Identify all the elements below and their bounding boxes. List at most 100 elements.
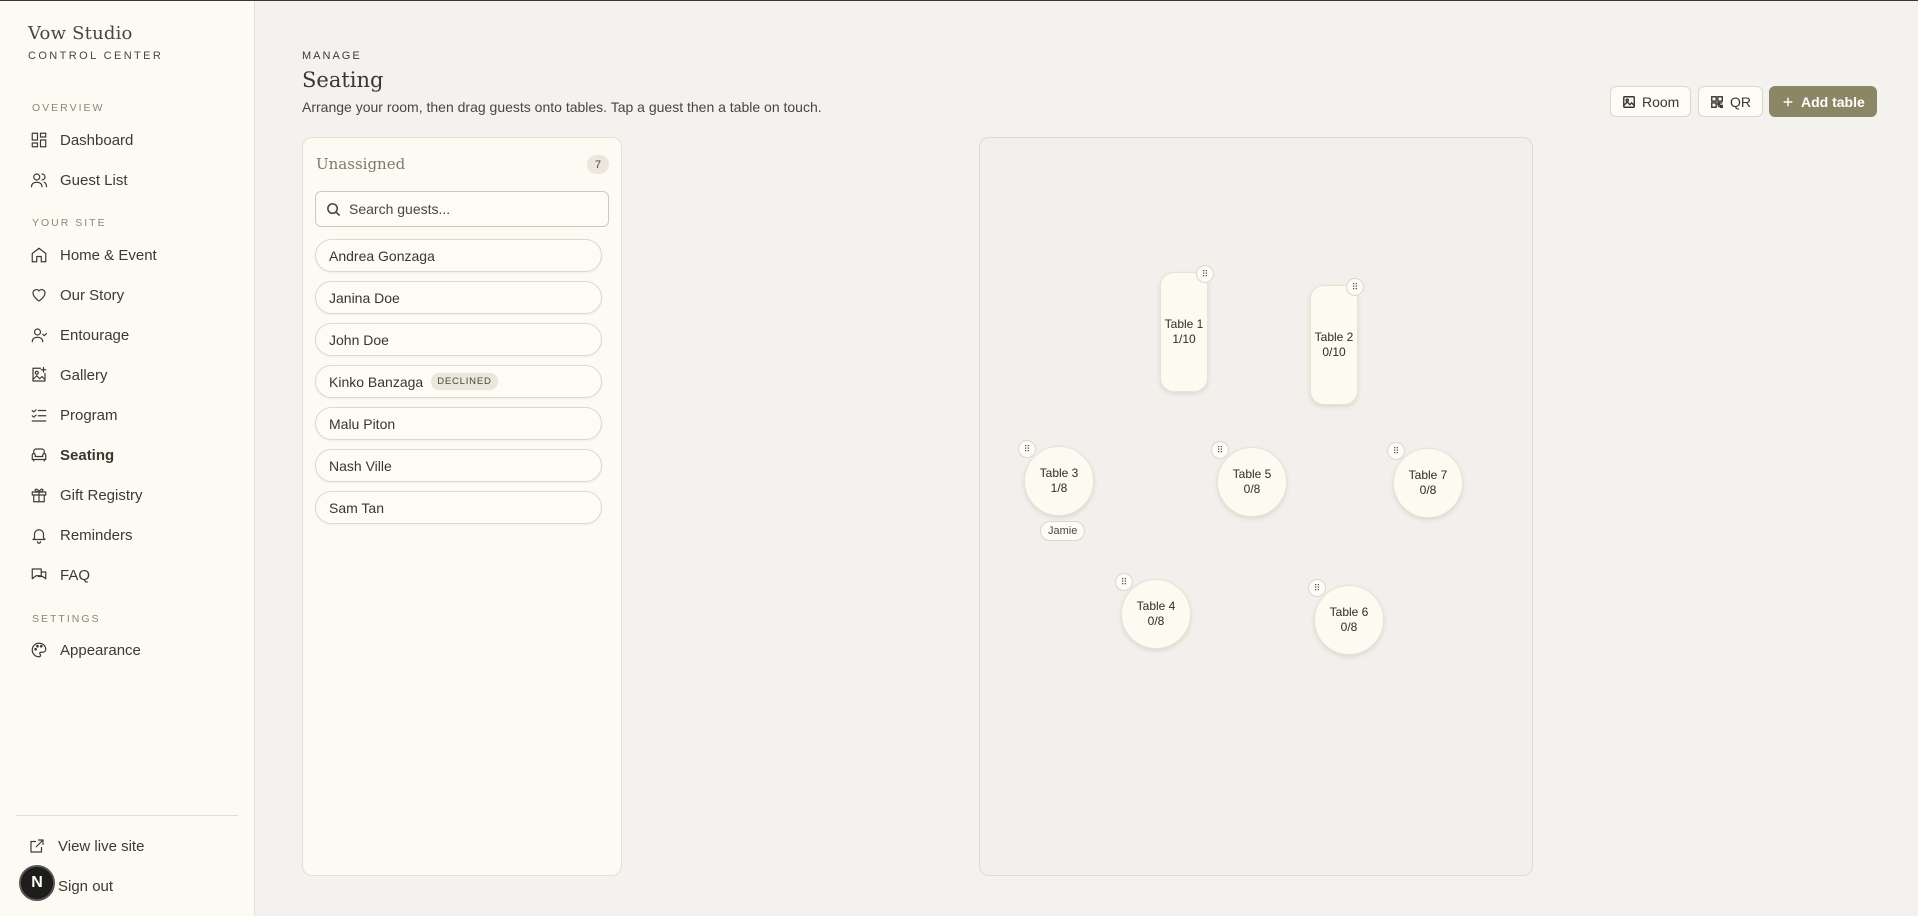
guest-item[interactable]: Nash Ville (315, 449, 602, 482)
sidebar-item-our-story[interactable]: Our Story (30, 279, 230, 311)
sidebar-item-appearance[interactable]: Appearance (30, 634, 230, 666)
heart-icon (32, 289, 46, 302)
guest-item[interactable]: Andrea Gonzaga (315, 239, 602, 272)
sign-out-label: Sign out (58, 877, 114, 895)
sidebar-item-label: Gallery (60, 366, 108, 384)
sidebar-item-label: Dashboard (60, 131, 134, 149)
sidebar-item-gift-registry[interactable]: Gift Registry (30, 479, 230, 511)
sidebar-item-seating[interactable]: Seating (30, 439, 230, 471)
table-1[interactable]: Table 1 1/10 (1160, 272, 1208, 392)
guest-name: Andrea Gonzaga (329, 247, 435, 264)
drag-handle-icon[interactable]: ⠿ (1196, 265, 1214, 283)
room-canvas[interactable]: Table 1 1/10 ⠿ Table 2 0/10 ⠿ Table 3 1/… (979, 137, 1533, 876)
drag-handle-icon[interactable]: ⠿ (1211, 441, 1229, 459)
table-seat-count: 0/10 (1322, 345, 1346, 359)
drag-handle-icon[interactable]: ⠿ (1018, 440, 1036, 458)
room-button[interactable]: Room (1610, 86, 1692, 117)
user-icon (31, 328, 48, 343)
table-name: Table 1 (1164, 317, 1204, 331)
sidebar: Vow Studio CONTROL CENTER OVERVIEW Dashb… (0, 1, 255, 916)
guest-name: John Doe (329, 331, 389, 348)
sidebar-item-home-event[interactable]: Home & Event (30, 239, 230, 271)
guest-search[interactable] (315, 191, 609, 227)
sidebar-item-label: Guest List (60, 171, 128, 189)
drag-handle-icon[interactable]: ⠿ (1308, 579, 1326, 597)
table-2[interactable]: Table 2 0/10 (1310, 285, 1358, 405)
table-5[interactable]: Table 5 0/8 (1217, 447, 1287, 517)
sidebar-item-guest-list[interactable]: Guest List (30, 164, 230, 196)
guest-name: Kinko Banzaga (329, 373, 424, 390)
sidebar-divider (16, 815, 238, 816)
table-seat-count: 0/8 (1147, 614, 1165, 628)
table-seat-count: 0/8 (1340, 620, 1358, 634)
bell-icon (32, 529, 46, 544)
sidebar-item-faq[interactable]: FAQ (30, 559, 230, 591)
guest-item[interactable]: Sam Tan (315, 491, 602, 524)
table-3[interactable]: Table 3 1/8 (1024, 446, 1094, 516)
sidebar-item-program[interactable]: Program (30, 399, 230, 431)
search-icon (327, 202, 341, 216)
table-name: Table 2 (1314, 330, 1354, 344)
section-label-your-site: YOUR SITE (32, 217, 107, 229)
list-check-icon (31, 409, 47, 422)
add-table-button-label: Add table (1801, 93, 1865, 110)
sidebar-item-label: Seating (60, 446, 115, 464)
guest-name: Nash Ville (329, 457, 392, 474)
table-4[interactable]: Table 4 0/8 (1121, 579, 1191, 649)
search-input[interactable] (349, 201, 589, 217)
table-seat-count: 1/10 (1172, 332, 1196, 346)
table-seat-count: 0/8 (1419, 483, 1437, 497)
table-6[interactable]: Table 6 0/8 (1314, 585, 1384, 655)
avatar[interactable]: N (19, 865, 55, 901)
sidebar-item-label: Reminders (60, 526, 133, 544)
drag-handle-icon[interactable]: ⠿ (1115, 573, 1133, 591)
sidebar-item-label: FAQ (60, 566, 91, 584)
table-seat-count: 0/8 (1243, 482, 1261, 496)
table-7[interactable]: Table 7 0/8 (1393, 448, 1463, 518)
palette-icon (31, 642, 47, 658)
table-name: Table 5 (1232, 467, 1272, 481)
drag-handle-icon[interactable]: ⠿ (1346, 278, 1364, 296)
drag-handle-icon[interactable]: ⠿ (1387, 442, 1405, 460)
dashboard-icon (31, 132, 47, 148)
sidebar-item-label: Gift Registry (60, 486, 143, 504)
seated-guest-chip[interactable]: Jamie (1040, 521, 1086, 541)
brand-subtitle: CONTROL CENTER (28, 50, 164, 62)
sidebar-item-dashboard[interactable]: Dashboard (30, 124, 230, 156)
guest-item[interactable]: John Doe (315, 323, 602, 356)
guest-item[interactable]: Janina Doe (315, 281, 602, 314)
sidebar-item-label: Program (60, 406, 118, 424)
guest-item[interactable]: Kinko Banzaga DECLINED (315, 365, 602, 398)
page-eyebrow: MANAGE (302, 50, 362, 62)
table-name: Table 4 (1136, 599, 1176, 613)
add-table-button[interactable]: Add table (1769, 86, 1877, 117)
guest-name: Janina Doe (329, 289, 400, 306)
qr-button[interactable]: QR (1698, 86, 1763, 117)
guest-name: Sam Tan (329, 499, 384, 516)
sidebar-item-entourage[interactable]: Entourage (30, 319, 230, 351)
table-name: Table 7 (1408, 468, 1448, 482)
room-button-label: Room (1642, 93, 1680, 110)
section-label-settings: SETTINGS (32, 613, 101, 625)
sidebar-item-label: Home & Event (60, 246, 157, 264)
sidebar-item-label: Appearance (60, 641, 141, 659)
gift-icon (31, 488, 47, 503)
qr-code-icon (1711, 95, 1723, 108)
unassigned-count-badge: 7 (587, 155, 609, 174)
qr-button-label: QR (1730, 93, 1751, 110)
brand[interactable]: Vow Studio CONTROL CENTER (28, 23, 163, 62)
view-live-site-link[interactable]: View live site (28, 830, 228, 862)
sidebar-item-label: Our Story (60, 286, 125, 304)
home-icon (31, 247, 47, 263)
sidebar-item-label: Entourage (60, 326, 130, 344)
table-name: Table 3 (1039, 466, 1079, 480)
sign-out-button[interactable]: Sign out (58, 870, 258, 902)
guest-name: Malu Piton (329, 415, 396, 432)
unassigned-title: Unassigned (316, 155, 406, 173)
view-live-site-label: View live site (58, 837, 145, 855)
guest-item[interactable]: Malu Piton (315, 407, 602, 440)
sidebar-item-gallery[interactable]: Gallery (30, 359, 230, 391)
sidebar-item-reminders[interactable]: Reminders (30, 519, 230, 551)
unassigned-panel: Unassigned 7 Andrea Gonzaga Janina Doe J… (302, 137, 622, 876)
section-label-overview: OVERVIEW (32, 102, 105, 114)
